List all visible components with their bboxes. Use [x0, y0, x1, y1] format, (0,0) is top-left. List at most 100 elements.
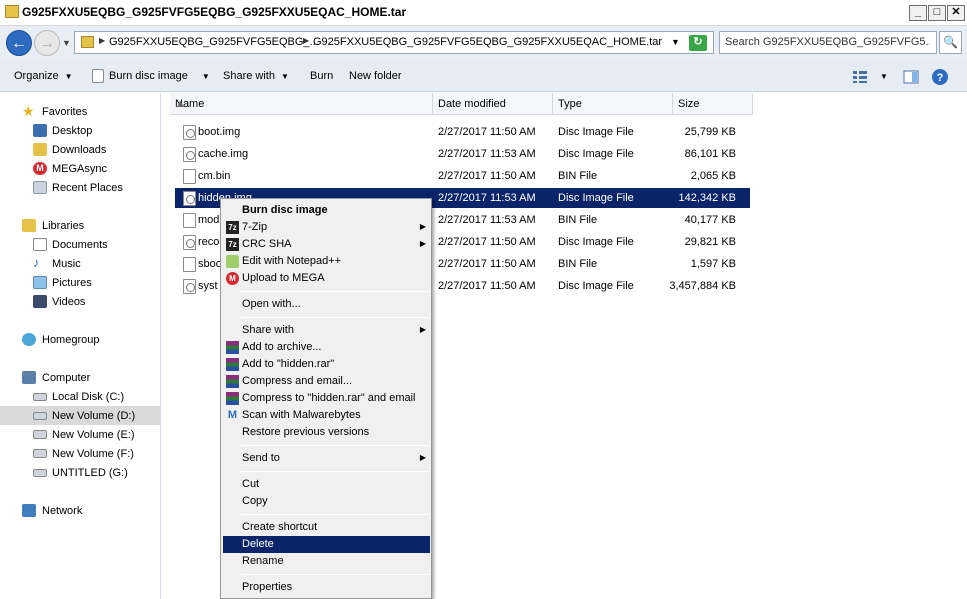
libraries-icon: [22, 219, 36, 232]
address-field[interactable]: ▶ G925FXXU5EQBG_G925FVFG5EQBG_... ▶ G925…: [74, 31, 714, 54]
column-header-label: Size: [678, 98, 700, 110]
new-folder-button[interactable]: New folder: [349, 70, 402, 82]
sidebar-item-new-volume-d[interactable]: New Volume (D:): [0, 406, 160, 425]
sidebar-item-local-disk-c[interactable]: Local Disk (C:): [0, 388, 160, 406]
file-name: cm.bin: [198, 170, 231, 182]
command-bar: Organize ▼ Burn disc image ▼ Share with ▼ B…: [0, 62, 967, 92]
submenu-arrow-icon: ▶: [419, 325, 426, 334]
menu-item-crc-sha[interactable]: 7z CRC SHA ▶: [223, 236, 430, 253]
menu-item-copy[interactable]: Copy: [223, 493, 430, 510]
sidebar-item-favorites[interactable]: ★ Favorites: [0, 103, 160, 121]
close-button[interactable]: ✕: [947, 5, 965, 21]
minimize-button[interactable]: _: [909, 5, 927, 21]
menu-item-share-with[interactable]: Share with ▶: [223, 322, 430, 339]
sidebar-item-untitled-g[interactable]: UNTITLED (G:): [0, 464, 160, 482]
table-row[interactable]: cm.bin 2/27/2017 11:50 AM BIN File 2,065…: [175, 166, 750, 186]
sidebar-item-pictures[interactable]: Pictures: [0, 274, 160, 292]
menu-item-create-shortcut[interactable]: Create shortcut: [223, 519, 430, 536]
sidebar-item-downloads[interactable]: Downloads: [0, 141, 160, 159]
menu-item-label: Add to archive...: [242, 341, 322, 353]
menu-item-properties[interactable]: Properties: [223, 579, 430, 596]
burn-button[interactable]: Burn: [310, 70, 333, 82]
menu-item-rename[interactable]: Rename: [223, 553, 430, 570]
table-row[interactable]: boot.img 2/27/2017 11:50 AM Disc Image F…: [175, 122, 750, 142]
downloads-folder-icon: [33, 143, 47, 156]
search-icon[interactable]: 🔍: [939, 31, 962, 54]
sidebar-item-desktop[interactable]: Desktop: [0, 122, 160, 140]
sidebar-item-documents[interactable]: Documents: [0, 236, 160, 254]
drive-icon: [33, 412, 47, 420]
change-view-icon[interactable]: [852, 70, 868, 84]
help-icon[interactable]: ?: [931, 68, 949, 86]
menu-item-edit-notepad[interactable]: Edit with Notepad++: [223, 253, 430, 270]
menu-item-restore-versions[interactable]: Restore previous versions: [223, 424, 430, 441]
view-options-dropdown-icon[interactable]: ▼: [880, 72, 888, 81]
breadcrumb-parent[interactable]: G925FXXU5EQBG_G925FVFG5EQBG_...: [109, 36, 319, 48]
drive-icon: [33, 393, 47, 401]
music-icon: ♪: [33, 255, 40, 270]
menu-item-label: Send to: [242, 452, 280, 464]
menu-item-cut[interactable]: Cut: [223, 476, 430, 493]
column-header-name[interactable]: Name ▲: [170, 93, 433, 115]
videos-icon: [33, 295, 47, 308]
sidebar-item-libraries[interactable]: Libraries: [0, 217, 160, 235]
refresh-icon[interactable]: ↻: [689, 35, 707, 51]
sidebar-label: Local Disk (C:): [52, 391, 125, 403]
sidebar-label: Videos: [52, 296, 86, 308]
folder-icon: [5, 5, 19, 18]
sidebar-label: New Volume (F:): [52, 448, 134, 460]
address-dropdown-icon[interactable]: ▼: [671, 37, 680, 47]
menu-item-label: Edit with Notepad++: [242, 255, 342, 267]
menu-item-label: Compress and email...: [242, 375, 353, 387]
menu-item-label: Copy: [242, 495, 268, 507]
burn-disc-icon: [92, 69, 104, 83]
burn-disc-image-button[interactable]: Burn disc image ▼: [109, 70, 210, 82]
menu-separator: [241, 317, 428, 318]
breadcrumb-chevron-icon[interactable]: ▶: [303, 36, 309, 45]
sort-ascending-icon: ▲: [175, 98, 186, 110]
organize-button[interactable]: Organize ▼: [14, 70, 73, 82]
context-menu: Burn disc image 7z 7-Zip ▶ 7z CRC SHA ▶ …: [220, 198, 432, 599]
menu-item-delete[interactable]: Delete: [223, 536, 430, 553]
menu-item-compress-rar-email[interactable]: Compress to "hidden.rar" and email: [223, 390, 430, 407]
table-row[interactable]: cache.img 2/27/2017 11:53 AM Disc Image …: [175, 144, 750, 164]
maximize-button[interactable]: □: [928, 5, 946, 21]
menu-separator: [241, 291, 428, 292]
column-header-type[interactable]: Type: [553, 93, 673, 115]
menu-item-label: Upload to MEGA: [242, 272, 325, 284]
menu-item-scan-malwarebytes[interactable]: M Scan with Malwarebytes: [223, 407, 430, 424]
menu-item-open-with[interactable]: Open with...: [223, 296, 430, 313]
column-header-size[interactable]: Size: [673, 93, 753, 115]
file-date: 2/27/2017 11:50 AM: [438, 280, 536, 292]
share-with-button[interactable]: Share with ▼: [223, 70, 289, 82]
menu-item-add-to-archive[interactable]: Add to archive...: [223, 339, 430, 356]
drive-icon: [33, 469, 47, 477]
menu-item-send-to[interactable]: Send to ▶: [223, 450, 430, 467]
sidebar-label: Downloads: [52, 144, 107, 156]
breadcrumb-chevron-icon[interactable]: ▶: [99, 36, 105, 45]
sidebar-item-music[interactable]: ♪ Music: [0, 255, 160, 273]
file-type: Disc Image File: [558, 126, 634, 138]
sidebar-item-computer[interactable]: Computer: [0, 369, 160, 387]
menu-item-add-to-rar[interactable]: Add to "hidden.rar": [223, 356, 430, 373]
menu-item-burn-disc-image[interactable]: Burn disc image: [223, 202, 430, 219]
sidebar-item-megasync[interactable]: M MEGAsync: [0, 160, 160, 178]
sidebar-item-homegroup[interactable]: Homegroup: [0, 331, 160, 349]
sidebar-item-new-volume-f[interactable]: New Volume (F:): [0, 445, 160, 463]
sidebar-item-network[interactable]: Network: [0, 502, 160, 520]
column-header-date-modified[interactable]: Date modified: [433, 93, 553, 115]
preview-pane-icon[interactable]: [903, 70, 919, 84]
sidebar-item-videos[interactable]: Videos: [0, 293, 160, 311]
forward-button[interactable]: →: [34, 30, 60, 56]
menu-item-upload-mega[interactable]: M Upload to MEGA: [223, 270, 430, 287]
sidebar-item-recent-places[interactable]: Recent Places: [0, 179, 160, 197]
back-button[interactable]: ←: [6, 30, 32, 56]
sidebar-item-new-volume-e[interactable]: New Volume (E:): [0, 426, 160, 444]
search-input[interactable]: Search G925FXXU5EQBG_G925FVFG5...: [719, 31, 937, 54]
column-header-label: Date modified: [438, 98, 506, 110]
menu-item-7zip[interactable]: 7z 7-Zip ▶: [223, 219, 430, 236]
file-size: 25,799 KB: [684, 126, 736, 138]
recent-pages-dropdown-icon[interactable]: ▼: [62, 38, 71, 48]
menu-item-compress-email[interactable]: Compress and email...: [223, 373, 430, 390]
breadcrumb-current[interactable]: G925FXXU5EQBG_G925FVFG5EQBG_G925FXXU5EQA…: [313, 36, 662, 48]
